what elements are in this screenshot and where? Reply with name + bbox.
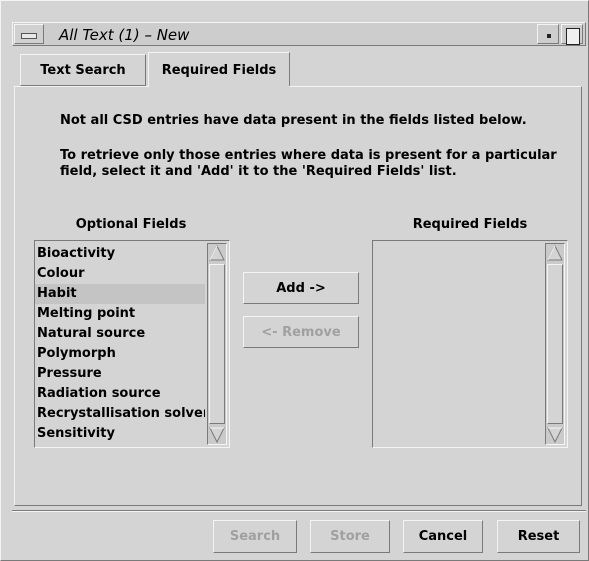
- list-item[interactable]: Pressure: [35, 364, 205, 384]
- list-item[interactable]: Polymorph: [35, 344, 205, 364]
- down-arrow-icon[interactable]: [546, 426, 564, 444]
- down-arrow-icon[interactable]: [208, 426, 226, 444]
- required-fields-list[interactable]: [372, 240, 568, 448]
- title-bar[interactable]: All Text (1) – New: [12, 22, 586, 46]
- required-fields-heading: Required Fields: [412, 217, 528, 232]
- remove-button[interactable]: <- Remove: [243, 316, 359, 348]
- list-item[interactable]: Natural source: [35, 324, 205, 344]
- list-item[interactable]: Recrystallisation solven: [35, 404, 205, 424]
- up-arrow-icon[interactable]: [208, 244, 226, 262]
- optional-fields-scrollbar[interactable]: [207, 243, 227, 445]
- add-button[interactable]: Add ->: [243, 272, 359, 304]
- list-item[interactable]: Radiation source: [35, 384, 205, 404]
- window-menu-icon[interactable]: [14, 24, 44, 44]
- info-text: Not all CSD entries have data present in…: [60, 113, 527, 128]
- footer-separator: [12, 510, 586, 512]
- instruction-line-1: To retrieve only those entries where dat…: [60, 148, 557, 163]
- optional-fields-list[interactable]: Bioactivity Colour Habit Melting point N…: [34, 240, 230, 448]
- list-item[interactable]: Colour: [35, 264, 205, 284]
- scroll-thumb[interactable]: [547, 264, 563, 424]
- list-item[interactable]: Melting point: [35, 304, 205, 324]
- window-title: All Text (1) – New: [59, 26, 190, 44]
- minimize-icon[interactable]: [537, 24, 559, 44]
- store-button[interactable]: Store: [310, 520, 390, 553]
- optional-fields-heading: Optional Fields: [75, 217, 187, 232]
- scroll-thumb[interactable]: [209, 264, 225, 424]
- list-item-selected[interactable]: Habit: [35, 284, 205, 304]
- reset-button[interactable]: Reset: [497, 520, 580, 553]
- maximize-icon[interactable]: [561, 24, 583, 45]
- tab-required-fields[interactable]: Required Fields: [148, 52, 290, 87]
- search-button[interactable]: Search: [213, 520, 297, 553]
- required-fields-scrollbar[interactable]: [545, 243, 565, 445]
- up-arrow-icon[interactable]: [546, 244, 564, 262]
- instruction-line-2: field, select it and 'Add' it to the 'Re…: [60, 164, 457, 179]
- active-tab-joiner: [149, 85, 289, 88]
- tab-text-search[interactable]: Text Search: [20, 54, 146, 86]
- cancel-button[interactable]: Cancel: [403, 520, 483, 553]
- list-item[interactable]: Sensitivity: [35, 424, 205, 444]
- list-item[interactable]: Bioactivity: [35, 244, 205, 264]
